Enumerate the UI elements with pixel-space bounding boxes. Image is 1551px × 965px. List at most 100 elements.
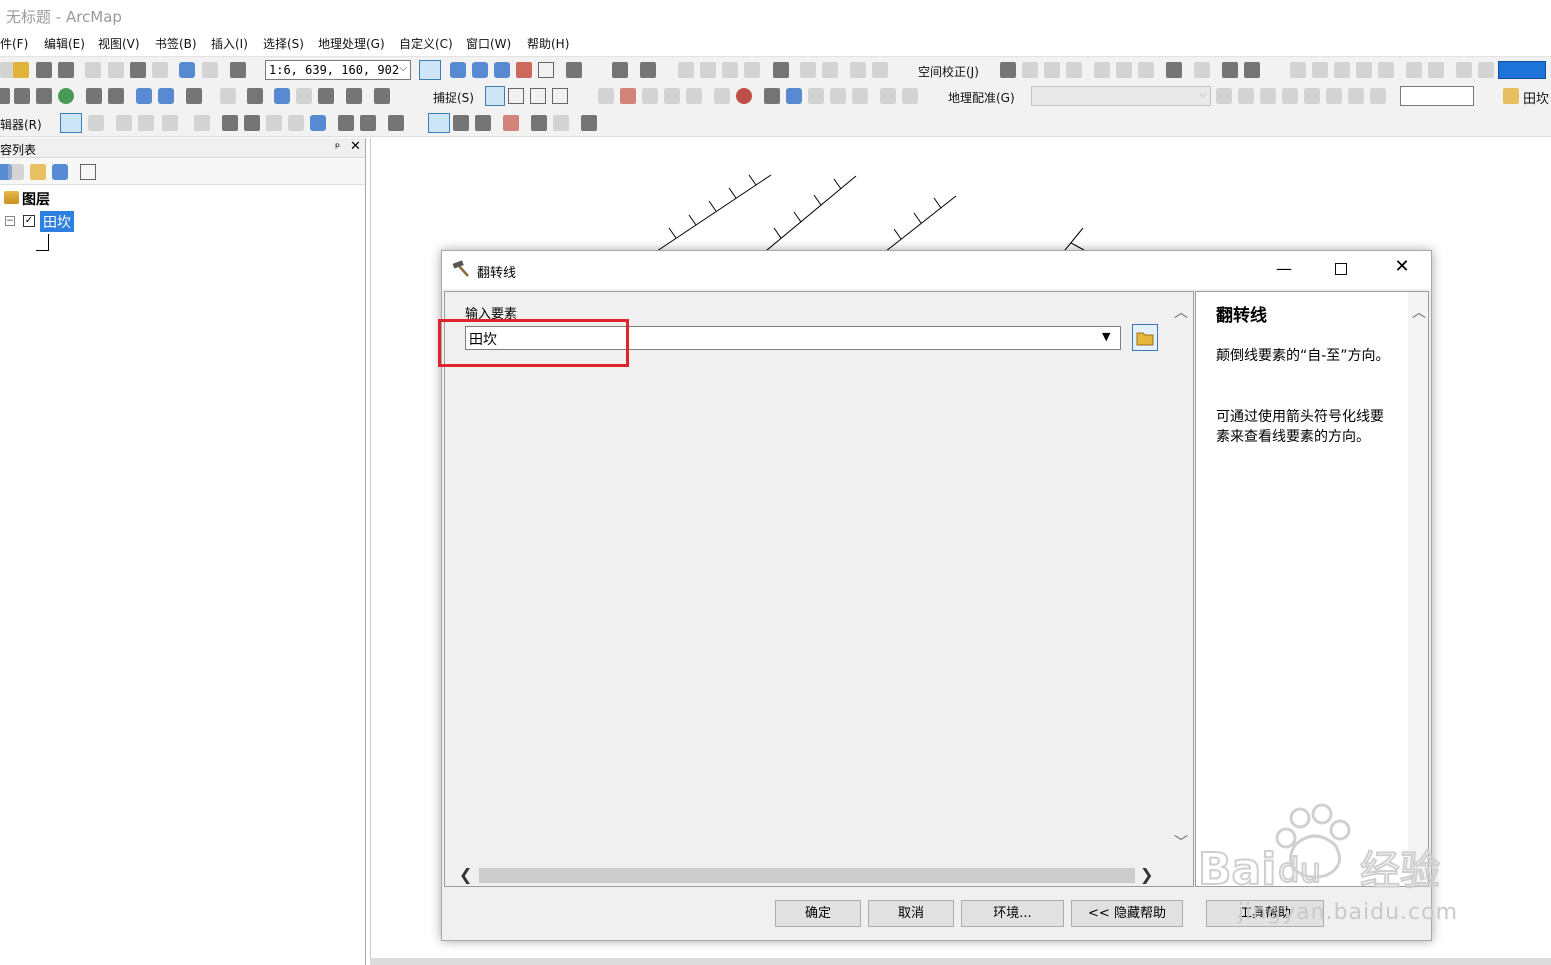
catalog-window-icon[interactable]	[472, 62, 488, 78]
editor-menu-label[interactable]: 编辑器(R)	[0, 116, 42, 133]
tool-icon-n[interactable]	[1116, 62, 1132, 78]
add-data-icon[interactable]	[230, 62, 246, 78]
tool-icon-y[interactable]	[1406, 62, 1422, 78]
tool-icon-j[interactable]	[1022, 62, 1038, 78]
tool-icon-ad[interactable]	[620, 88, 636, 104]
create-features-icon[interactable]	[388, 115, 404, 131]
tool-icon-ag[interactable]	[686, 88, 702, 104]
menu-windows[interactable]: 窗口(W)	[466, 35, 511, 52]
split-icon[interactable]	[288, 115, 304, 131]
menu-view[interactable]: 视图(V)	[98, 35, 140, 52]
scale-combo[interactable]: 1:6, 639, 160, 902 ⌵	[265, 60, 411, 80]
browse-folder-button[interactable]	[1132, 324, 1158, 351]
tool-icon-x[interactable]	[1378, 62, 1394, 78]
select-arrow-icon[interactable]	[1000, 62, 1016, 78]
arctoolbox-icon[interactable]	[516, 62, 532, 78]
undo-icon[interactable]	[179, 62, 195, 78]
cancel-button[interactable]: 取消	[868, 900, 954, 927]
save-icon[interactable]	[36, 62, 52, 78]
point-icon[interactable]	[194, 115, 210, 131]
tool-icon-m[interactable]	[1094, 62, 1110, 78]
tool-icon-ar[interactable]	[1238, 88, 1254, 104]
hide-help-button[interactable]: << 隐藏帮助	[1071, 900, 1183, 927]
tool-icon-a[interactable]	[678, 62, 694, 78]
scroll-right-icon[interactable]: ❯	[1140, 865, 1153, 884]
scroll-left-icon[interactable]: ❮	[459, 865, 472, 884]
tool-icon-au[interactable]	[1304, 88, 1320, 104]
tool-icon-g[interactable]	[822, 62, 838, 78]
pan-hand-icon[interactable]	[36, 88, 52, 104]
tool-icon-b[interactable]	[700, 62, 716, 78]
list-by-source-icon[interactable]	[8, 164, 24, 180]
tool-icon-as[interactable]	[1260, 88, 1276, 104]
menu-help[interactable]: 帮助(H)	[527, 35, 569, 52]
menu-bookmarks[interactable]: 书签(B)	[155, 35, 197, 52]
tool-icon-ae[interactable]	[642, 88, 658, 104]
tool-icon-l[interactable]	[1066, 62, 1082, 78]
full-extent-globe-icon[interactable]	[58, 88, 74, 104]
list-by-visibility-icon[interactable]	[30, 164, 46, 180]
tool-icon-u[interactable]	[1312, 62, 1328, 78]
tool-icon-f[interactable]	[800, 62, 816, 78]
tool-icon-v[interactable]	[1334, 62, 1350, 78]
tool-icon-aj[interactable]	[764, 88, 780, 104]
layer-name-selected[interactable]: 田坎	[40, 211, 74, 232]
menu-geoprocessing[interactable]: 地理处理(G)	[318, 35, 385, 52]
tool-icon-ac[interactable]	[598, 88, 614, 104]
tool-icon-t[interactable]	[1290, 62, 1306, 78]
menu-file[interactable]: 文件(F)	[0, 35, 28, 52]
menu-customize[interactable]: 自定义(C)	[399, 35, 453, 52]
maximize-icon[interactable]	[1335, 263, 1347, 275]
tool-icon-ab[interactable]	[1478, 62, 1494, 78]
tool-icon-af[interactable]	[664, 88, 680, 104]
rotate-icon[interactable]	[310, 115, 326, 131]
collapse-icon[interactable]: −	[5, 216, 15, 226]
edit-annotation-icon[interactable]	[88, 115, 104, 131]
tool-icon-at[interactable]	[1282, 88, 1298, 104]
tool-icon-d[interactable]	[744, 62, 760, 78]
menu-insert[interactable]: 插入(I)	[211, 35, 248, 52]
html-popup-icon[interactable]	[318, 88, 334, 104]
tool-icon-ak[interactable]	[786, 88, 802, 104]
open-folder-icon[interactable]	[13, 62, 29, 78]
options-icon[interactable]	[80, 164, 96, 180]
scroll-up-icon[interactable]: ︿	[1412, 302, 1426, 322]
horizontal-scrollbar[interactable]: ❮ ❯	[445, 864, 1169, 886]
edit-tool-icon[interactable]	[60, 113, 82, 133]
tool-icon-r[interactable]	[1222, 62, 1238, 78]
layers-root-label[interactable]: 图层	[22, 189, 50, 209]
tool-icon-ao[interactable]	[880, 88, 896, 104]
end-point-arc-icon[interactable]	[138, 115, 154, 131]
tool-icon-aq[interactable]	[1216, 88, 1232, 104]
topology-edit-icon[interactable]	[428, 113, 450, 133]
zoom-in-icon[interactable]	[0, 88, 10, 104]
spatial-adjustment-label[interactable]: 空间校正(J)	[918, 63, 979, 80]
model-builder-icon[interactable]	[566, 62, 582, 78]
scroll-down-icon[interactable]: ﹀	[1174, 832, 1188, 852]
tool-icon-ai[interactable]	[736, 88, 752, 104]
delete-icon[interactable]	[152, 62, 168, 78]
minimize-icon[interactable]: —	[1274, 259, 1294, 278]
paste-icon[interactable]	[130, 62, 146, 78]
scroll-up-icon[interactable]: ︿	[1174, 302, 1188, 322]
list-by-selection-icon[interactable]	[52, 164, 68, 180]
tool-icon-ax[interactable]	[1370, 88, 1386, 104]
cut-polygons-icon[interactable]	[266, 115, 282, 131]
tool-icon-bc[interactable]	[553, 115, 569, 131]
copy-icon[interactable]	[108, 62, 124, 78]
tool-icon-k[interactable]	[1044, 62, 1060, 78]
select-features-icon[interactable]	[186, 88, 202, 104]
georeferencing-label[interactable]: 地理配准(G)	[948, 89, 1015, 106]
tool-icon-z[interactable]	[1428, 62, 1444, 78]
georef-layer-combo[interactable]: ⌵	[1031, 86, 1211, 106]
tool-icon-av[interactable]	[1326, 88, 1342, 104]
tool-icon-w[interactable]	[1356, 62, 1372, 78]
toc-window-icon[interactable]	[450, 62, 466, 78]
clear-selection-icon[interactable]	[220, 88, 236, 104]
tool-icon-e[interactable]	[773, 62, 789, 78]
help-scrollbar[interactable]: ︿	[1408, 292, 1428, 886]
tool-icon-bd[interactable]	[581, 115, 597, 131]
fixed-zoom-in-icon[interactable]	[86, 88, 102, 104]
tool-icon-az[interactable]	[475, 115, 491, 131]
editor-toolbar-toggle-icon[interactable]	[419, 60, 441, 80]
